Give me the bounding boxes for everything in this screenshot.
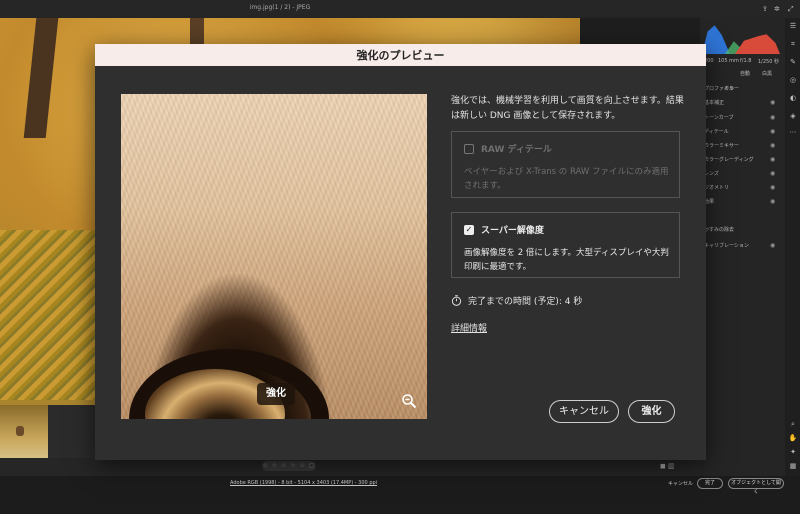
enhance-description: 強化では、機械学習を利用して画質を向上させます。結果は新しい DNG 画像として… <box>451 96 684 121</box>
super-resolution-description: 画像解像度を 2 倍にします。大型ディスプレイや大判印刷に最適です。 <box>464 248 669 272</box>
time-estimate: 完了までの時間 (予定): 4 秒 <box>451 294 582 307</box>
edit-tool-icon[interactable]: ☰ <box>787 22 799 30</box>
panel-bw-button[interactable]: 白黒 <box>762 70 772 77</box>
panel-section-basic[interactable]: 基本補正 <box>704 99 724 106</box>
visibility-eye-icon[interactable]: ◉ <box>770 128 775 135</box>
gear-icon[interactable]: ✲ <box>774 5 780 13</box>
panel-aperture: f/1.8 <box>740 58 752 64</box>
window-title: img.jpg(1 / 2) - JPEG <box>249 4 311 11</box>
redeye-tool-icon[interactable]: ◐ <box>787 94 799 102</box>
panel-section-detail[interactable]: ディテール <box>704 128 729 135</box>
presets-tool-icon[interactable]: ◈ <box>787 112 799 120</box>
time-estimate-text: 完了までの時間 (予定): 4 秒 <box>468 297 583 307</box>
checkbox-unchecked-icon <box>464 143 474 154</box>
expand-icon[interactable]: ⤢ <box>788 5 794 14</box>
visibility-eye-icon[interactable]: ◉ <box>770 156 775 163</box>
raw-detail-option: RAW ディテール ベイヤーおよび X-Trans の RAW ファイルにのみ適… <box>451 131 680 198</box>
visibility-eye-icon[interactable]: ◉ <box>770 99 775 106</box>
preview-toggle-label[interactable]: 強化 <box>257 383 295 405</box>
share-icon[interactable]: ⇪ <box>762 5 768 13</box>
sampler-tool-icon[interactable]: ✦ <box>787 448 799 456</box>
panel-section-dehaze[interactable]: かすみの除去 <box>704 226 734 233</box>
learn-more-link[interactable]: 詳細情報 <box>451 321 487 334</box>
panel-section-lens[interactable]: レンズ <box>704 170 719 177</box>
panel-auto-button[interactable]: 自動 <box>740 70 750 77</box>
enhance-button[interactable]: 強化 <box>628 400 675 423</box>
panel-section-geometry[interactable]: ジオメトリ <box>704 184 729 191</box>
visibility-eye-icon[interactable]: ◉ <box>770 170 775 177</box>
tool-strip <box>786 18 800 476</box>
cancel-button[interactable]: キャンセル <box>549 400 619 423</box>
raw-detail-description: ベイヤーおよび X-Trans の RAW ファイルにのみ適用されます。 <box>464 167 669 191</box>
timer-icon <box>451 295 462 306</box>
visibility-eye-icon[interactable]: ◉ <box>770 242 775 249</box>
super-resolution-title[interactable]: スーパー解像度 <box>481 223 544 236</box>
rating-stars[interactable]: ☆ ☆ ☆ ☆ ☆ ▢ <box>262 461 316 471</box>
panel-shutter: 1/250 秒 <box>758 59 779 65</box>
visibility-eye-icon[interactable]: ◉ <box>770 142 775 149</box>
heal-tool-icon[interactable]: ✎ <box>787 58 799 66</box>
dialog-header: 強化のプレビュー <box>95 44 706 66</box>
panel-section-tone-curve[interactable]: トーンカーブ <box>704 114 733 121</box>
dialog-title: 強化のプレビュー <box>356 49 445 62</box>
image-info-link[interactable]: Adobe RGB (1998) - 8 bit - 5104 x 3403 (… <box>230 480 377 486</box>
panel-focal-length: 105 mm <box>718 58 739 64</box>
enhance-preview-dialog: 強化のプレビュー 強化 強化では、機械学習を利用して画質を向上させます。結果は新… <box>95 44 706 460</box>
visibility-eye-icon[interactable]: ◉ <box>770 198 775 205</box>
panel-section-color-grading[interactable]: カラーグレーディング <box>704 156 754 163</box>
panel-profile-select[interactable]: カラー <box>724 85 739 92</box>
more-options-icon[interactable]: ⋯ <box>787 128 799 136</box>
zoom-out-icon[interactable] <box>401 393 417 409</box>
bottom-open-button[interactable]: オブジェクトとして開く <box>728 478 784 495</box>
bottom-done-button[interactable]: 完了 <box>697 478 723 489</box>
visibility-eye-icon[interactable]: ◉ <box>770 184 775 191</box>
crop-tool-icon[interactable]: ⌗ <box>787 40 799 49</box>
mask-tool-icon[interactable]: ◎ <box>787 76 799 84</box>
enhance-preview-image[interactable]: 強化 <box>121 94 427 419</box>
checkbox-checked-icon[interactable]: ✓ <box>464 224 474 235</box>
filmstrip-thumbnail[interactable] <box>0 405 48 460</box>
super-resolution-option[interactable]: ✓ スーパー解像度 画像解像度を 2 倍にします。大型ディスプレイや大判印刷に最… <box>451 212 680 278</box>
panel-section-color-mixer[interactable]: カラーミキサー <box>704 142 739 149</box>
filmstrip-bar <box>0 458 700 476</box>
visibility-eye-icon[interactable]: ◉ <box>770 114 775 121</box>
leaf-ground <box>0 230 95 400</box>
thumbnail-subject <box>16 426 24 436</box>
bottom-cancel-button[interactable]: キャンセル <box>668 480 693 487</box>
view-mode-icon[interactable]: ◼ ▥ <box>660 462 675 470</box>
raw-detail-title: RAW ディテール <box>481 145 552 155</box>
hand-tool-icon[interactable]: ✋ <box>787 434 799 442</box>
app-title-bar: img.jpg(1 / 2) - JPEG ⇪ ✲ ⤢ <box>0 0 800 18</box>
panel-section-calibration[interactable]: キャリブレーション <box>704 242 749 249</box>
grid-tool-icon[interactable]: ▦ <box>787 462 799 470</box>
zoom-tool-icon[interactable]: ⌕ <box>787 420 799 429</box>
